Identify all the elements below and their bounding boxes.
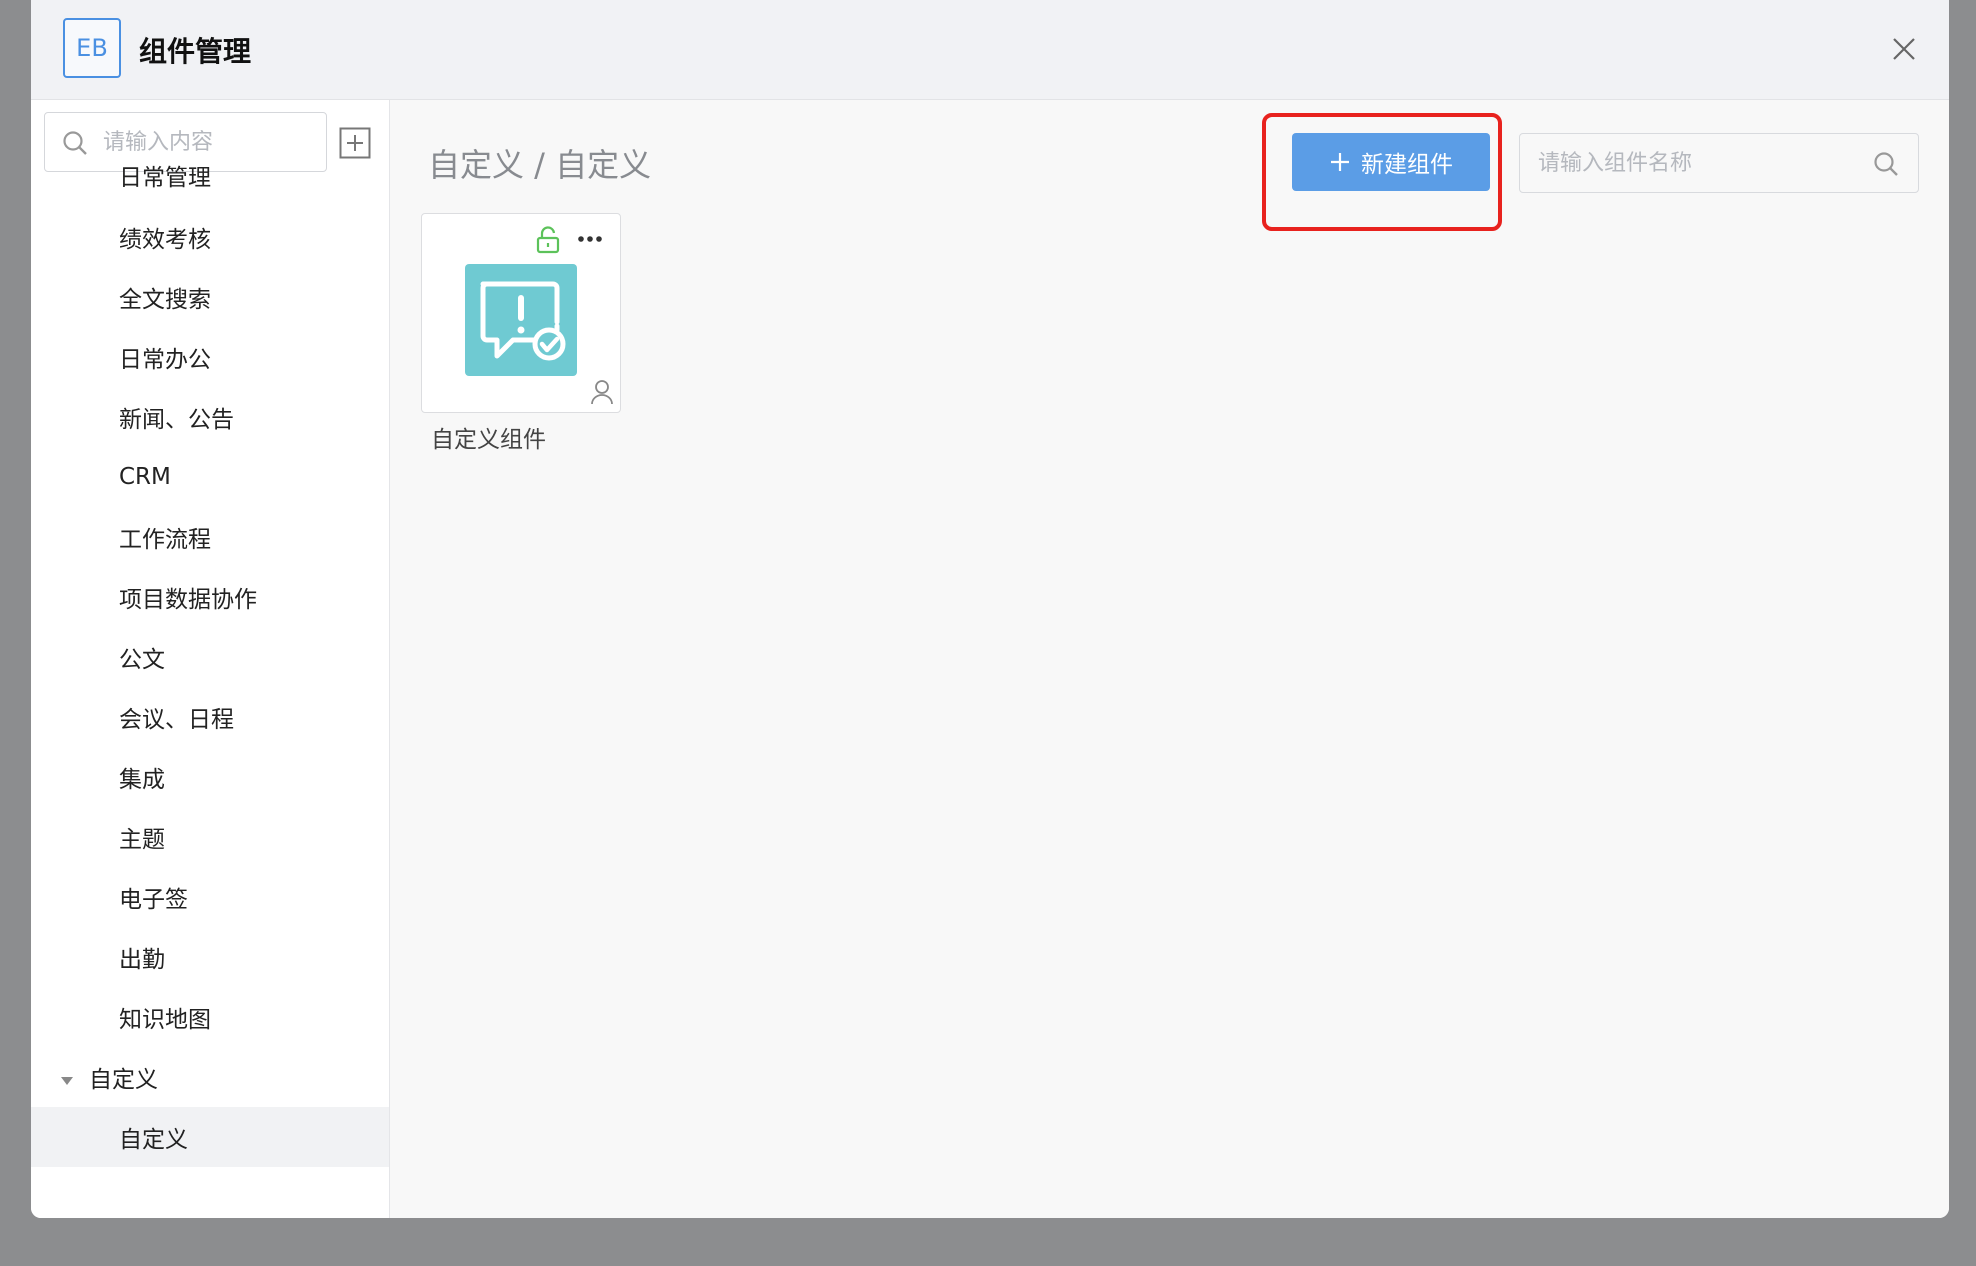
sidebar-item-label: 工作流程	[119, 527, 211, 553]
sidebar-item-label: CRM	[119, 464, 171, 490]
component-management-dialog: EB 组件管理 请输入内容 日常管理 绩效考核 全文搜索 日常办公 新闻、公告 …	[31, 0, 1949, 1218]
component-card-label: 自定义组件	[431, 427, 546, 453]
sidebar-item-label: 绩效考核	[119, 227, 211, 253]
sidebar-item-label: 日常管理	[119, 165, 211, 191]
user-icon	[590, 379, 614, 405]
logo-text: EB	[76, 34, 108, 62]
sidebar-item[interactable]: 日常管理	[31, 145, 389, 205]
sidebar-item-label: 知识地图	[119, 1007, 211, 1033]
sidebar-item-selected[interactable]: 自定义	[31, 1107, 389, 1167]
sidebar-item-label: 公文	[119, 647, 165, 673]
sidebar-item[interactable]: 全文搜索	[31, 267, 389, 327]
plus-icon	[1329, 151, 1351, 173]
sidebar-item[interactable]: 出勤	[31, 927, 389, 987]
sidebar-item-label: 电子签	[119, 887, 188, 913]
sidebar-item[interactable]: 知识地图	[31, 987, 389, 1047]
new-component-button[interactable]: 新建组件	[1292, 133, 1490, 191]
sidebar-item[interactable]: 公文	[31, 627, 389, 687]
new-component-label: 新建组件	[1361, 152, 1453, 178]
category-sidebar: 日常管理 绩效考核 全文搜索 日常办公 新闻、公告 CRM 工作流程 项目数据协…	[31, 100, 390, 1218]
sidebar-group-custom[interactable]: 自定义	[31, 1047, 389, 1107]
eb-logo: EB	[63, 18, 121, 78]
sidebar-item[interactable]: 工作流程	[31, 507, 389, 567]
caret-down-icon[interactable]	[59, 1069, 75, 1085]
main-panel: 自定义 / 自定义 新建组件 请输入组件名称 自定义组件	[390, 100, 1949, 1218]
breadcrumb: 自定义 / 自定义	[428, 146, 652, 184]
sidebar-item-label: 集成	[119, 767, 165, 793]
dialog-title: 组件管理	[139, 35, 252, 68]
sidebar-item[interactable]: 电子签	[31, 867, 389, 927]
sidebar-item-label: 日常办公	[119, 347, 211, 373]
sidebar-item-label: 新闻、公告	[119, 407, 234, 433]
message-check-icon	[465, 264, 577, 376]
close-icon[interactable]	[1889, 34, 1919, 64]
sidebar-item[interactable]: 项目数据协作	[31, 567, 389, 627]
sidebar-item[interactable]: 集成	[31, 747, 389, 807]
sidebar-item[interactable]: 日常办公	[31, 327, 389, 387]
unlock-icon[interactable]	[535, 226, 561, 254]
sidebar-item[interactable]: 绩效考核	[31, 207, 389, 267]
sidebar-item[interactable]: CRM	[31, 447, 389, 507]
sidebar-item-label: 全文搜索	[119, 287, 211, 313]
component-search-input[interactable]	[1538, 144, 1858, 182]
dialog-header: EB 组件管理	[31, 0, 1949, 100]
search-icon[interactable]	[1872, 150, 1900, 178]
sidebar-item-label: 自定义	[119, 1127, 188, 1153]
more-icon[interactable]	[576, 228, 604, 250]
sidebar-item-label: 会议、日程	[119, 707, 234, 733]
sidebar-item[interactable]: 新闻、公告	[31, 387, 389, 447]
component-search	[1519, 133, 1919, 193]
sidebar-item-label: 出勤	[119, 947, 165, 973]
sidebar-item[interactable]: 主题	[31, 807, 389, 867]
sidebar-item-label: 主题	[119, 827, 165, 853]
component-card[interactable]	[421, 213, 621, 413]
sidebar-group-label: 自定义	[89, 1067, 158, 1093]
sidebar-item[interactable]: 会议、日程	[31, 687, 389, 747]
sidebar-item-label: 项目数据协作	[119, 587, 257, 613]
